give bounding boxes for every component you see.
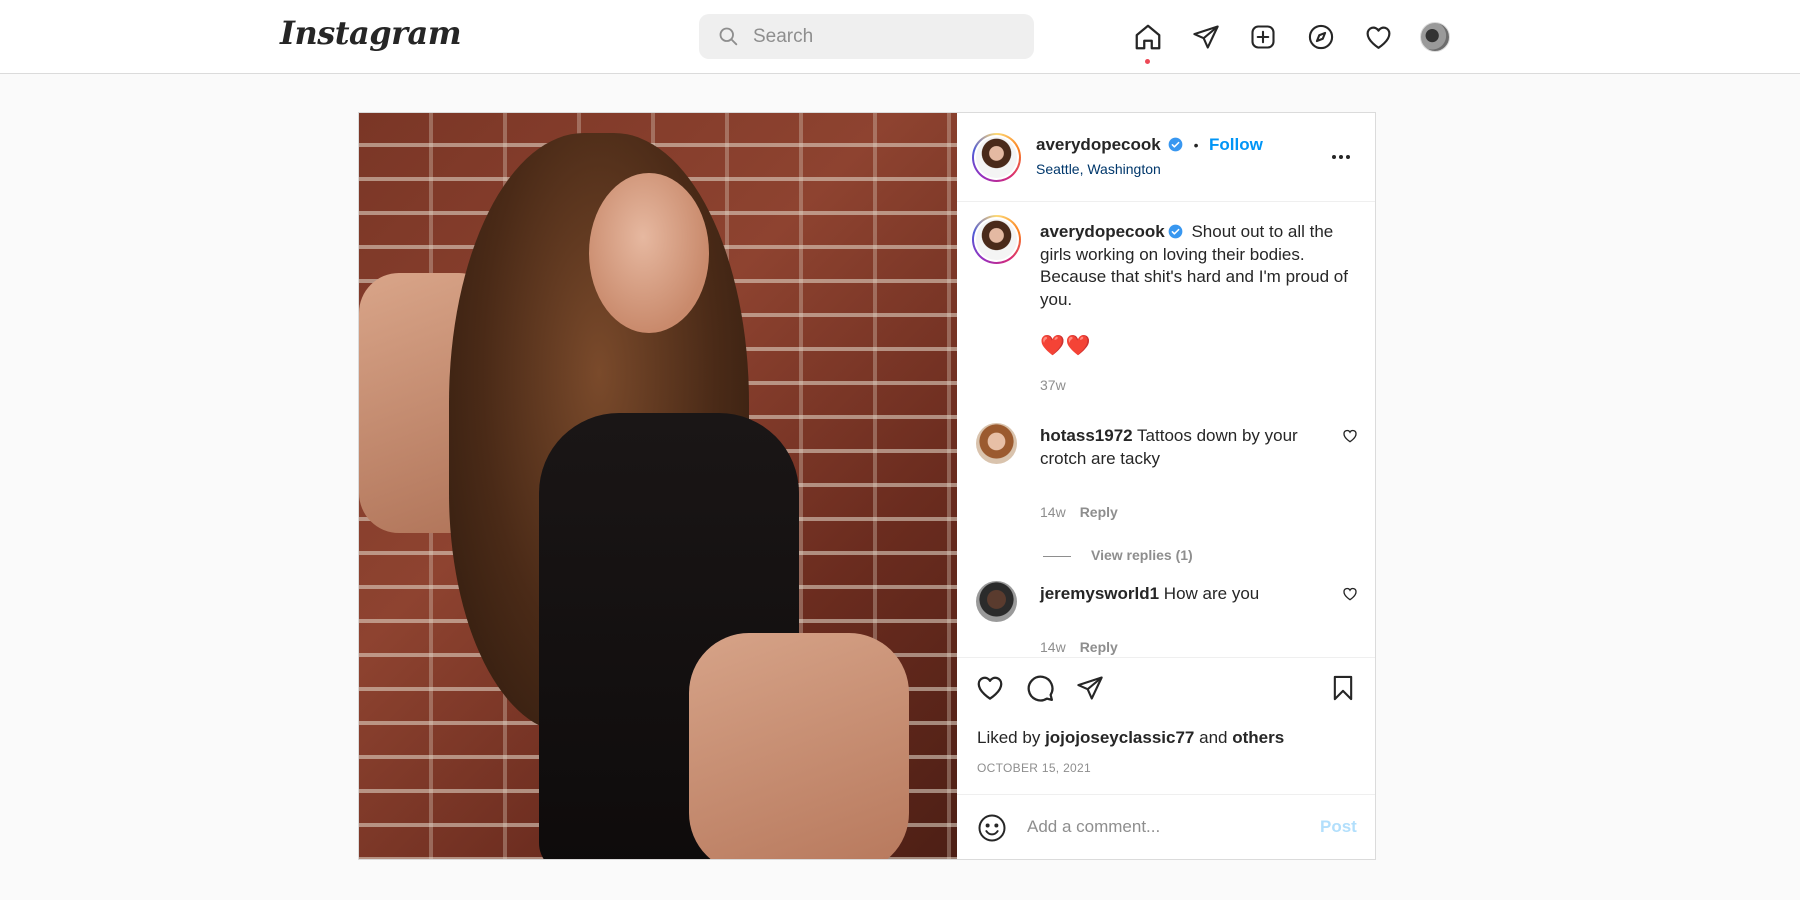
liked-by-joiner: and bbox=[1199, 728, 1228, 747]
caption-block: averydopecook Shout out to all the girls… bbox=[1040, 221, 1350, 311]
follow-button[interactable]: Follow bbox=[1209, 135, 1263, 154]
photo-hand-shape bbox=[689, 633, 909, 859]
search-input[interactable] bbox=[753, 14, 1023, 59]
verified-badge-icon bbox=[1168, 137, 1183, 152]
caption-username[interactable]: averydopecook bbox=[1040, 222, 1165, 241]
post-location[interactable]: Seattle, Washington bbox=[1036, 161, 1161, 177]
comment-input[interactable] bbox=[1027, 811, 1307, 843]
replies-line-divider bbox=[1043, 555, 1071, 557]
reply-button[interactable]: Reply bbox=[1080, 504, 1118, 520]
post-date[interactable]: OCTOBER 15, 2021 bbox=[977, 761, 1091, 775]
comment-bubble-icon[interactable] bbox=[1024, 672, 1056, 704]
caption-age[interactable]: 37w bbox=[1040, 377, 1066, 393]
liked-by-user[interactable]: jojojoseyclassic77 bbox=[1045, 728, 1194, 747]
post-sidebar: averydopecook • Follow Seattle, Washingt… bbox=[957, 113, 1375, 859]
post-actions-bar bbox=[957, 658, 1375, 714]
photo-face-shape bbox=[589, 173, 709, 333]
author-username[interactable]: averydopecook bbox=[1036, 135, 1161, 154]
comment-text-block: hotass1972 Tattoos down by your crotch a… bbox=[1040, 425, 1320, 470]
liked-by-prefix: Liked by bbox=[977, 728, 1041, 747]
search-icon bbox=[719, 27, 738, 46]
direct-message-icon[interactable] bbox=[1189, 20, 1223, 54]
comment-avatar-jeremysworld1[interactable] bbox=[976, 581, 1017, 622]
separator-dot: • bbox=[1193, 137, 1199, 153]
explore-icon[interactable] bbox=[1304, 20, 1338, 54]
author-avatar[interactable] bbox=[972, 133, 1021, 182]
like-comment-heart-icon[interactable] bbox=[1342, 586, 1358, 602]
instagram-logo[interactable]: Instagram bbox=[280, 14, 462, 52]
liked-by-line: Liked by jojojoseyclassic77 and others bbox=[977, 728, 1284, 748]
activity-heart-icon[interactable] bbox=[1361, 20, 1395, 54]
caption-avatar[interactable] bbox=[972, 215, 1021, 264]
view-replies-label: View replies (1) bbox=[1091, 547, 1193, 563]
verified-badge-icon bbox=[1168, 224, 1183, 239]
comment-text-block: jeremysworld1 How are you bbox=[1040, 583, 1320, 606]
comments-section: averydopecook Shout out to all the girls… bbox=[957, 202, 1375, 658]
search-box[interactable] bbox=[699, 14, 1034, 59]
caption-emojis: ❤️❤️ bbox=[1040, 335, 1092, 357]
post-photo[interactable] bbox=[359, 113, 957, 859]
comment-text: How are you bbox=[1163, 584, 1260, 603]
new-post-icon[interactable] bbox=[1246, 20, 1280, 54]
comment-meta: 14w Reply bbox=[1040, 504, 1118, 520]
author-line: averydopecook • Follow bbox=[1036, 135, 1263, 155]
post-header: averydopecook • Follow Seattle, Washingt… bbox=[957, 113, 1375, 202]
like-comment-heart-icon[interactable] bbox=[1342, 428, 1358, 444]
profile-avatar[interactable] bbox=[1420, 22, 1450, 52]
emoji-picker-icon[interactable] bbox=[977, 813, 1007, 843]
top-navigation-bar: Instagram bbox=[0, 0, 1800, 74]
like-heart-icon[interactable] bbox=[974, 672, 1006, 704]
comment-meta: 14w Reply bbox=[1040, 639, 1118, 655]
comment-age[interactable]: 14w bbox=[1040, 639, 1066, 655]
liked-by-others[interactable]: others bbox=[1232, 728, 1284, 747]
add-comment-bar: Post bbox=[957, 794, 1375, 859]
comment-avatar-hotass1972[interactable] bbox=[976, 423, 1017, 464]
post-comment-button[interactable]: Post bbox=[1320, 817, 1357, 837]
view-replies-button[interactable]: View replies (1) bbox=[1043, 547, 1193, 563]
comment-username[interactable]: hotass1972 bbox=[1040, 426, 1133, 445]
home-active-dot bbox=[1145, 59, 1150, 64]
comment-age[interactable]: 14w bbox=[1040, 504, 1066, 520]
comment-username[interactable]: jeremysworld1 bbox=[1040, 584, 1159, 603]
post-card: averydopecook • Follow Seattle, Washingt… bbox=[358, 112, 1376, 860]
save-bookmark-icon[interactable] bbox=[1327, 672, 1359, 704]
more-options-icon[interactable] bbox=[1327, 145, 1355, 169]
home-icon[interactable] bbox=[1131, 20, 1165, 54]
share-send-icon[interactable] bbox=[1074, 672, 1106, 704]
reply-button[interactable]: Reply bbox=[1080, 639, 1118, 655]
